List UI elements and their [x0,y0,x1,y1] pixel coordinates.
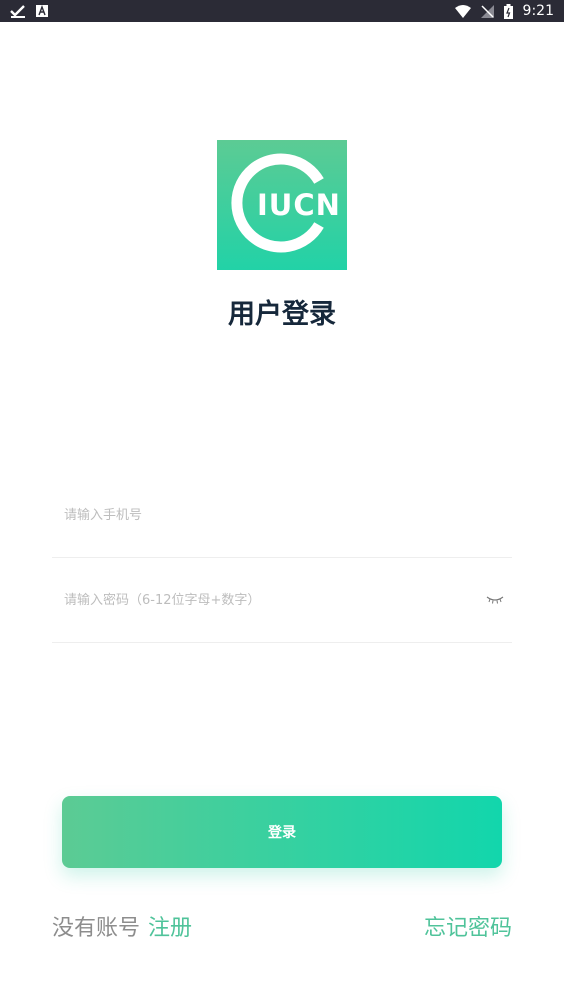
login-button[interactable]: 登录 [62,796,502,868]
forgot-password-link[interactable]: 忘记密码 [424,910,512,942]
password-input[interactable] [62,557,466,644]
password-field [52,557,512,644]
footer-links: 没有账号 注册 忘记密码 [52,910,512,942]
check-icon [10,4,26,18]
no-signal-icon [480,4,494,18]
eye-closed-icon[interactable] [486,593,504,605]
register-link[interactable]: 注册 [148,910,192,942]
status-bar: 9:21 [0,0,564,22]
phone-field [52,472,512,559]
a-app-icon [36,5,48,17]
no-account-label: 没有账号 [52,916,141,941]
logo-text: IUCN [257,188,341,222]
phone-input[interactable] [62,472,466,559]
app-logo: IUCN [217,140,347,270]
wifi-icon [454,4,471,18]
page-title: 用户登录 [228,299,336,330]
clock: 9:21 [522,3,554,19]
battery-icon [503,3,513,19]
